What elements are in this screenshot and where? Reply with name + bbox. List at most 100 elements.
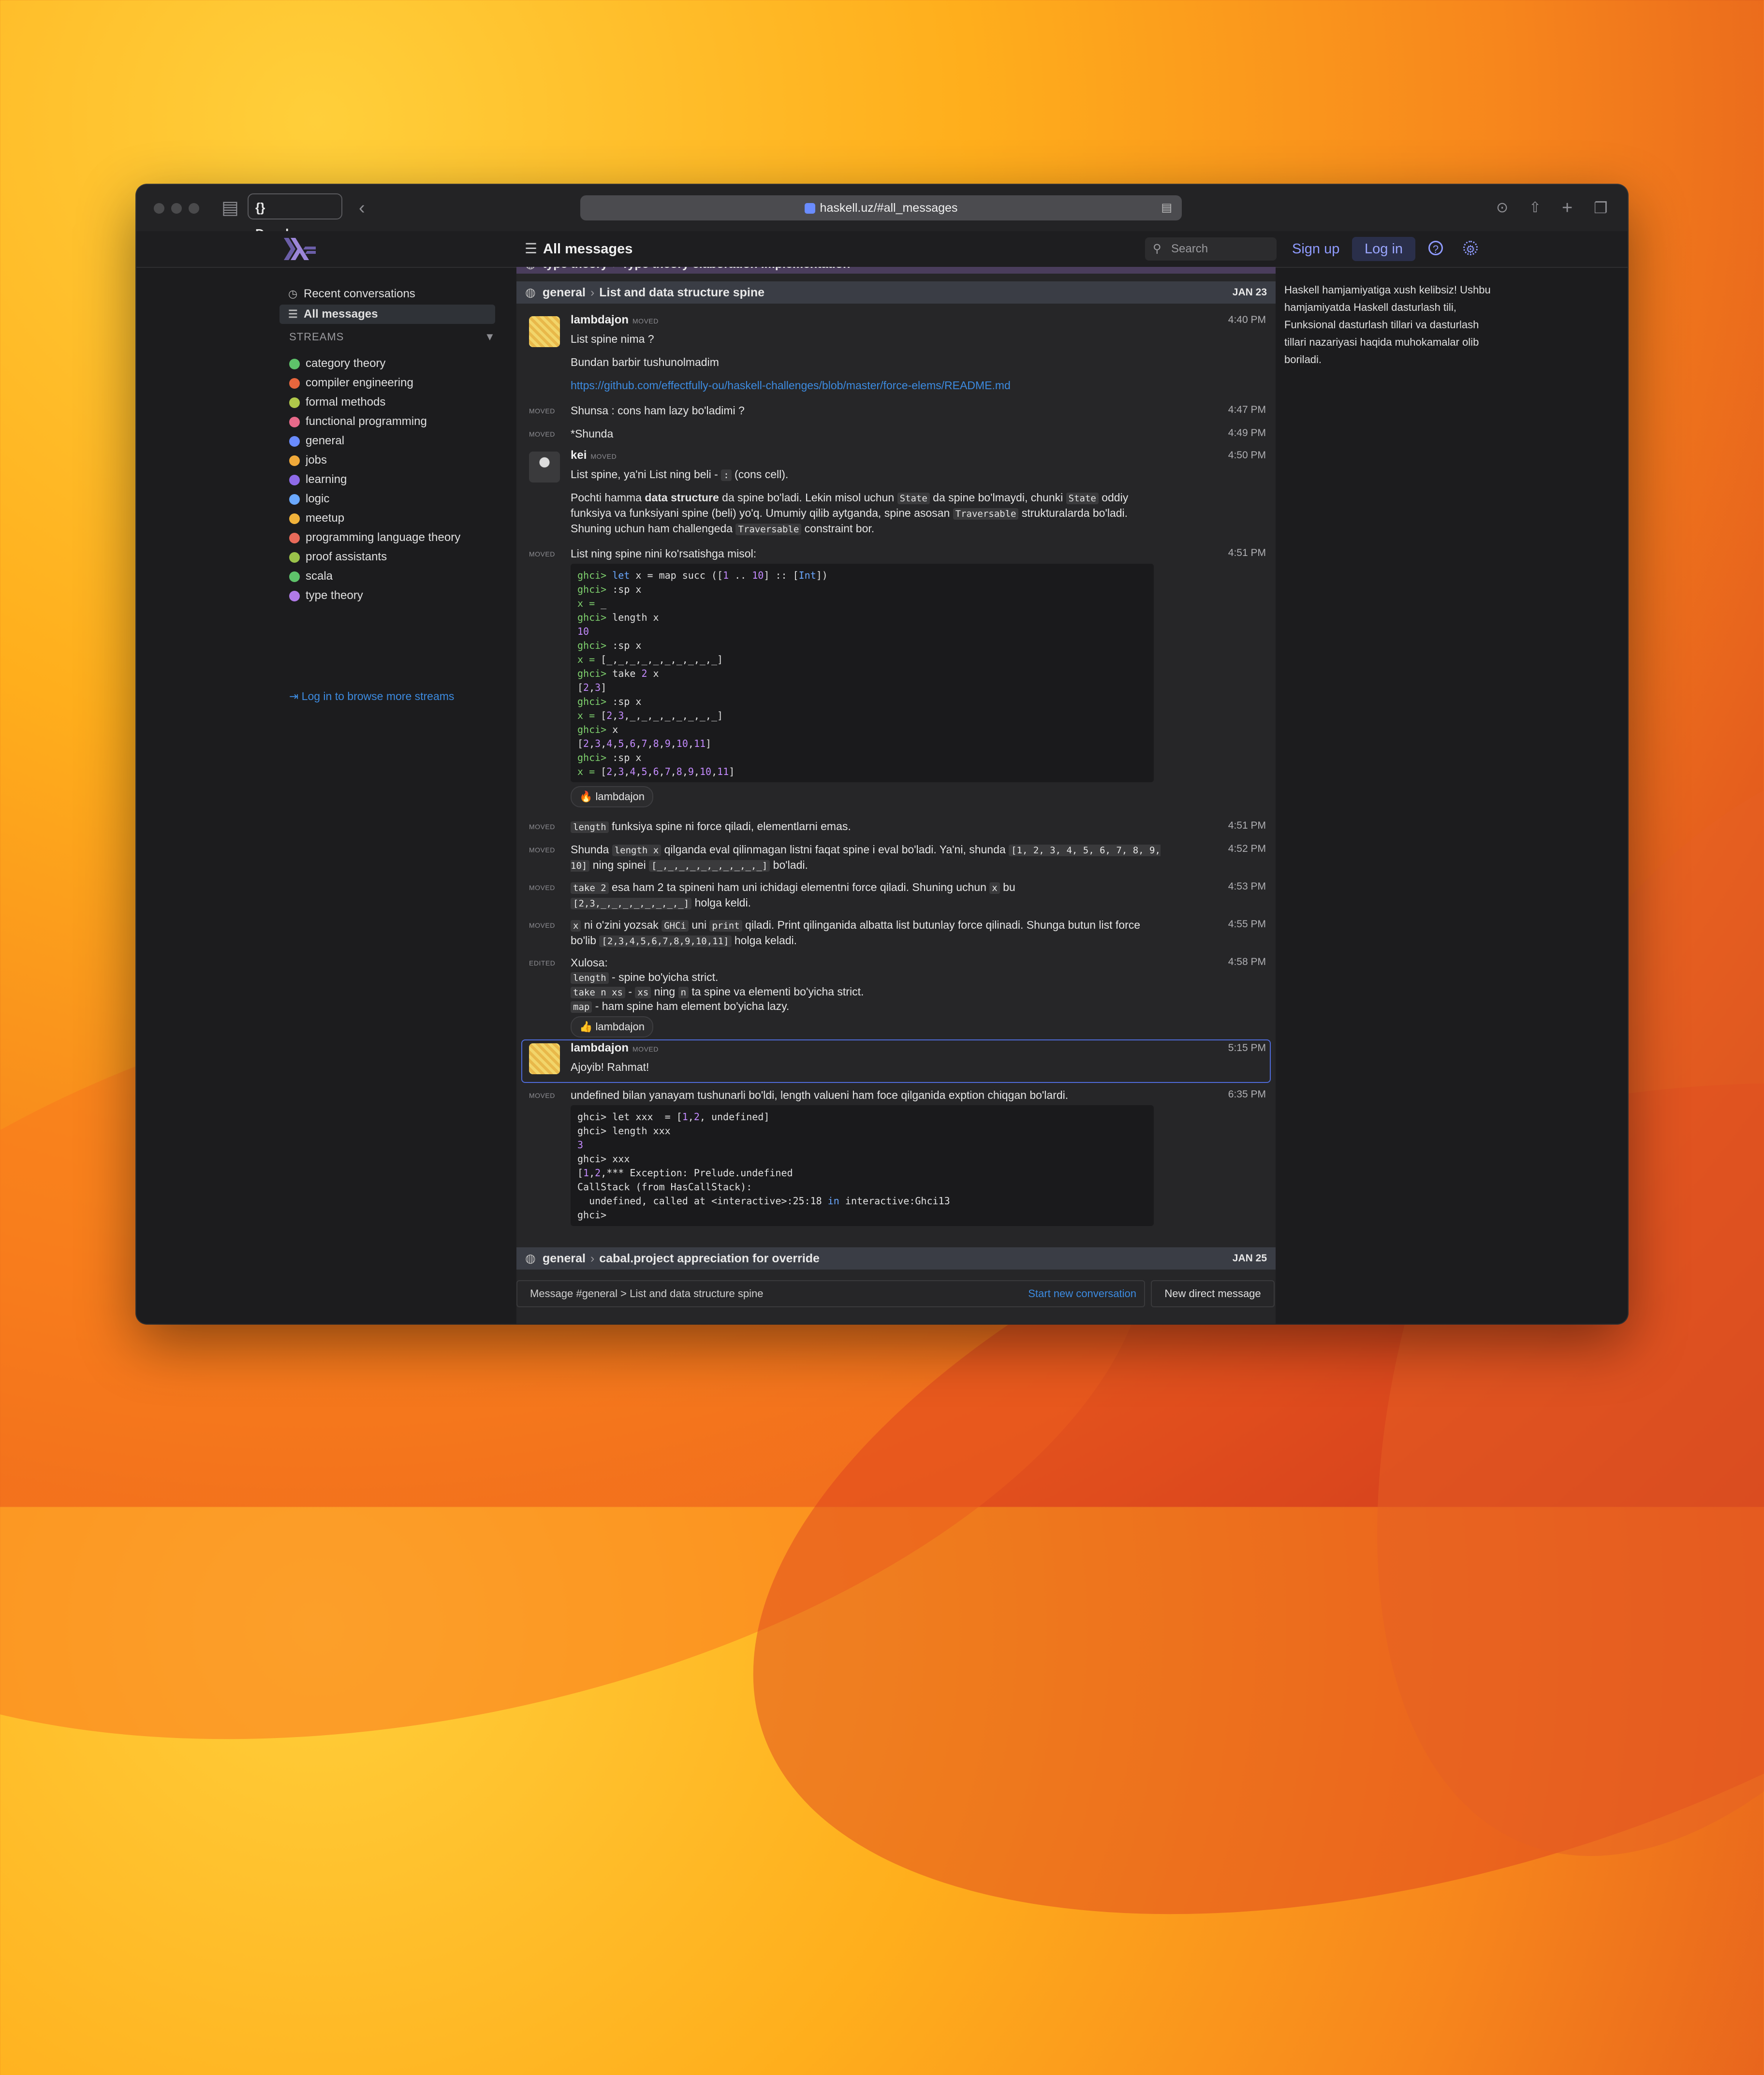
sidebar-item-recent-conversations[interactable]: ◷ Recent conversations xyxy=(279,284,495,304)
message[interactable]: lambdajon MOVED 4:40 PM List spine nima ?… xyxy=(516,312,1276,401)
download-icon[interactable]: ⊙ xyxy=(1496,196,1508,219)
start-new-conversation-button[interactable]: Start new conversation xyxy=(1028,1281,1136,1306)
share-icon[interactable]: ⇧ xyxy=(1529,196,1541,219)
sidebar-toggle-icon[interactable]: ▤ xyxy=(221,196,239,219)
tab-overview-icon[interactable]: ❐ xyxy=(1594,196,1608,219)
chevron-right-icon: › xyxy=(590,286,595,299)
stream-item-proof-assistants[interactable]: proof assistants xyxy=(289,547,387,567)
stream-item-compiler-engineering[interactable]: compiler engineering xyxy=(289,373,413,393)
haskell-logo-icon[interactable] xyxy=(284,238,316,260)
minimize-window-button[interactable] xyxy=(171,203,182,214)
topic-header-previous[interactable]: ◍ type theory › Type theory elaboration imp… xyxy=(516,267,1276,274)
stream-item-meetup[interactable]: meetup xyxy=(289,509,344,528)
topic-name[interactable]: Type theory elaboration implementation xyxy=(621,267,850,271)
streams-heading: STREAMS xyxy=(289,331,344,343)
zoom-window-button[interactable] xyxy=(189,203,199,214)
search-placeholder: Search xyxy=(1171,242,1208,255)
url-text: haskell.uz/#all_messages xyxy=(820,201,958,215)
filter-streams-icon[interactable]: ▼ xyxy=(485,331,495,343)
message-time[interactable]: 5:15 PM xyxy=(1228,1042,1266,1054)
stream-item-programming-language-theory[interactable]: programming language theory xyxy=(289,528,460,547)
message-time[interactable]: 4:58 PM xyxy=(1228,956,1266,968)
message-time[interactable]: 4:51 PM xyxy=(1228,547,1266,559)
message-time[interactable]: 4:52 PM xyxy=(1228,843,1266,855)
clock-icon: ◷ xyxy=(288,288,298,300)
message[interactable]: MOVED length funksiya spine ni force qil… xyxy=(516,819,1276,840)
message-time[interactable]: 4:53 PM xyxy=(1228,881,1266,892)
message-sender[interactable]: lambdajon MOVED xyxy=(571,1041,659,1055)
message-time[interactable]: 6:35 PM xyxy=(1228,1089,1266,1100)
stream-name[interactable]: general xyxy=(543,1252,586,1265)
message-time[interactable]: 4:55 PM xyxy=(1228,919,1266,930)
message-time[interactable]: 4:49 PM xyxy=(1228,427,1266,439)
stream-item-scala[interactable]: scala xyxy=(289,567,333,586)
stream-label: type theory xyxy=(306,589,363,602)
stream-item-category-theory[interactable]: category theory xyxy=(289,354,385,373)
topic-name[interactable]: cabal.project appreciation for override xyxy=(599,1252,820,1265)
message-link[interactable]: https://github.com/effectfully-ou/haskel… xyxy=(571,378,1151,393)
stream-item-formal-methods[interactable]: formal methods xyxy=(289,393,385,412)
back-icon[interactable]: ‹ xyxy=(359,196,365,219)
reaction-button[interactable]: 🔥 lambdajon xyxy=(571,786,654,807)
developer-profile-button[interactable]: {} Developer⌄ xyxy=(248,193,342,241)
message[interactable]: MOVED *Shunda 4:49 PM xyxy=(516,426,1276,448)
code-block[interactable]: ghci> let xxx = [1,2, undefined] ghci> l… xyxy=(571,1105,1154,1226)
login-arrow-icon: ⇥ xyxy=(289,690,302,702)
stream-item-general[interactable]: general xyxy=(289,431,344,451)
message[interactable]: MOVED take 2 esa ham 2 ta spineni ham un… xyxy=(516,880,1276,916)
sidebar-item-all-messages[interactable]: ☰ All messages xyxy=(279,305,495,324)
message[interactable]: MOVED x ni o'zini yozsak GHCi uni print … xyxy=(516,918,1276,953)
topic-name[interactable]: List and data structure spine xyxy=(599,286,764,299)
stream-item-type-theory[interactable]: type theory xyxy=(289,586,363,605)
message[interactable]: MOVED undefined bilan yanayam tushunarli… xyxy=(516,1088,1276,1233)
topic-header[interactable]: ◍ general › cabal.project appreciation for … xyxy=(516,1247,1276,1270)
message-time[interactable]: 4:51 PM xyxy=(1228,820,1266,832)
topic-date: JAN 23 xyxy=(1232,287,1267,298)
message[interactable]: EDITED Xulosa: length - spine bo'yicha s… xyxy=(516,955,1276,1038)
message[interactable]: kei MOVED 4:50 PM List spine, ya'ni List … xyxy=(516,448,1276,544)
message-text: take 2 esa ham 2 ta spineni ham uni ichi… xyxy=(571,880,1054,911)
sign-up-link[interactable]: Sign up xyxy=(1292,231,1339,267)
close-window-button[interactable] xyxy=(154,203,164,214)
reaction-button[interactable]: 👍 lambdajon xyxy=(571,1016,654,1038)
stream-item-jobs[interactable]: jobs xyxy=(289,451,327,470)
topic-header[interactable]: ◍ general › List and data structure spine J… xyxy=(516,281,1276,304)
message-sender[interactable]: lambdajon MOVED xyxy=(571,313,659,327)
stream-name[interactable]: general xyxy=(543,286,586,299)
message-text: List spine, ya'ni List ning beli - : (co… xyxy=(571,468,789,481)
message-feed[interactable]: ◍ type theory › Type theory elaboration imp… xyxy=(516,267,1276,1324)
globe-icon: ◍ xyxy=(525,267,536,274)
message-sender[interactable]: kei MOVED xyxy=(571,449,617,462)
new-tab-icon[interactable]: + xyxy=(1562,196,1573,219)
reader-icon[interactable]: ▤ xyxy=(1161,195,1172,220)
message-time[interactable]: 4:40 PM xyxy=(1228,314,1266,326)
avatar[interactable] xyxy=(529,316,560,347)
stream-item-logic[interactable]: logic xyxy=(289,489,329,509)
browse-more-streams-link[interactable]: ⇥ Log in to browse more streams xyxy=(289,687,454,706)
new-direct-message-button[interactable]: New direct message xyxy=(1151,1280,1275,1307)
message[interactable]: MOVED Shunsa : cons ham lazy bo'ladimi ?… xyxy=(516,403,1276,424)
search-input[interactable]: ⚲ Search xyxy=(1145,237,1277,261)
stream-item-functional-programming[interactable]: functional programming xyxy=(289,412,427,431)
message[interactable]: lambdajon MOVED 5:15 PM Ajoyib! Rahmat! xyxy=(516,1041,1276,1082)
stream-label: logic xyxy=(306,492,330,505)
message-text: map - ham spine ham element bo'yicha laz… xyxy=(571,999,1151,1014)
code-block[interactable]: ghci> let x = map succ ([1 .. 10] :: [In… xyxy=(571,564,1154,782)
log-in-button[interactable]: Log in xyxy=(1352,237,1416,261)
avatar[interactable] xyxy=(529,1043,560,1074)
message-text: length funksiya spine ni force qiladi, e… xyxy=(571,819,1151,834)
stream-item-learning[interactable]: learning xyxy=(289,470,347,489)
message[interactable]: MOVED List ning spine nini ko'rsatishga … xyxy=(516,546,1276,807)
message[interactable]: MOVED Shunda length x qilganda eval qili… xyxy=(516,842,1276,878)
page-title: ☰ All messages xyxy=(525,231,632,267)
help-icon[interactable]: ? xyxy=(1428,241,1443,255)
message-time[interactable]: 4:47 PM xyxy=(1228,404,1266,416)
avatar[interactable] xyxy=(529,452,560,482)
address-bar[interactable]: haskell.uz/#all_messages ▤ xyxy=(580,195,1182,220)
message-text: List spine nima ? xyxy=(571,333,654,345)
stream-label: meetup xyxy=(306,511,345,525)
compose-message-input[interactable]: Message #general > List and data structu… xyxy=(516,1280,1145,1307)
settings-gear-icon[interactable]: ⚙ xyxy=(1463,241,1478,255)
message-time[interactable]: 4:50 PM xyxy=(1228,450,1266,461)
stream-name[interactable]: type theory xyxy=(543,267,608,271)
